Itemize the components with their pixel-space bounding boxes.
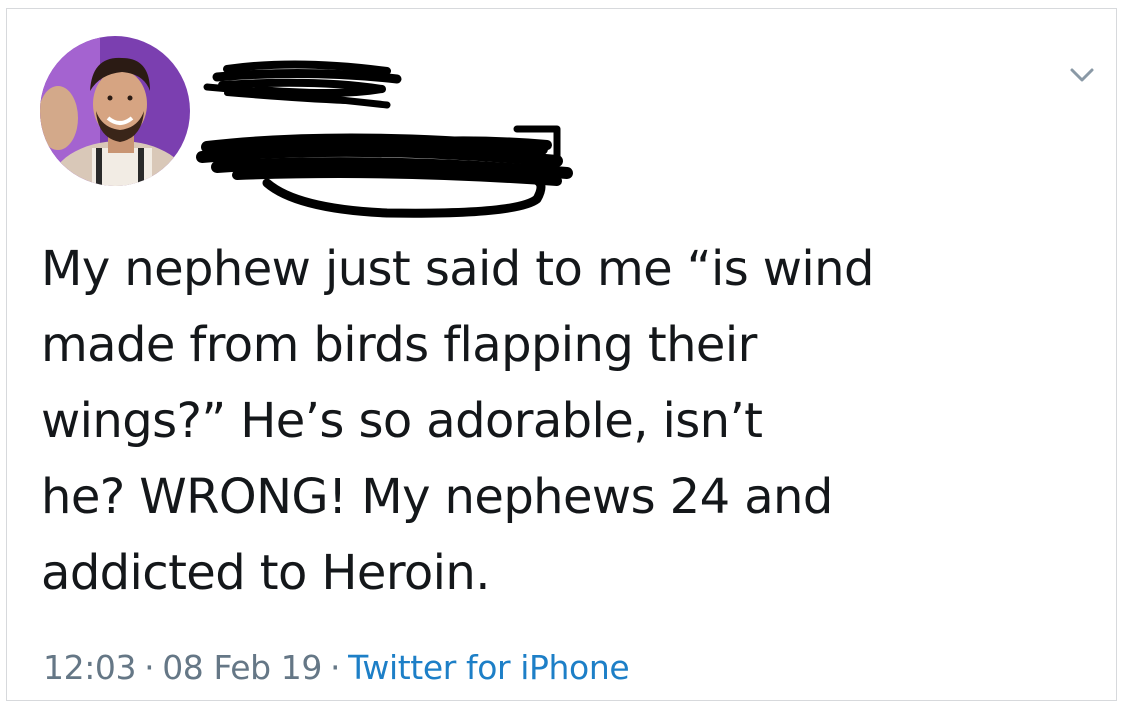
- chevron-down-icon[interactable]: [1068, 64, 1096, 86]
- redacted-author-name: [196, 60, 573, 218]
- tweet-time[interactable]: 12:03: [43, 648, 137, 687]
- meta-separator: ·: [330, 648, 341, 687]
- tweet-source-link[interactable]: Twitter for iPhone: [348, 648, 630, 687]
- avatar[interactable]: [40, 36, 190, 186]
- tweet-text: My nephew just said to me “is wind made …: [41, 241, 874, 601]
- tweet-card: My nephew just said to me “is wind made …: [6, 8, 1117, 701]
- meta-separator: ·: [144, 648, 155, 687]
- tweet-meta: 12:03 · 08 Feb 19 · Twitter for iPhone: [43, 646, 630, 690]
- tweet-date[interactable]: 08 Feb 19: [162, 648, 322, 687]
